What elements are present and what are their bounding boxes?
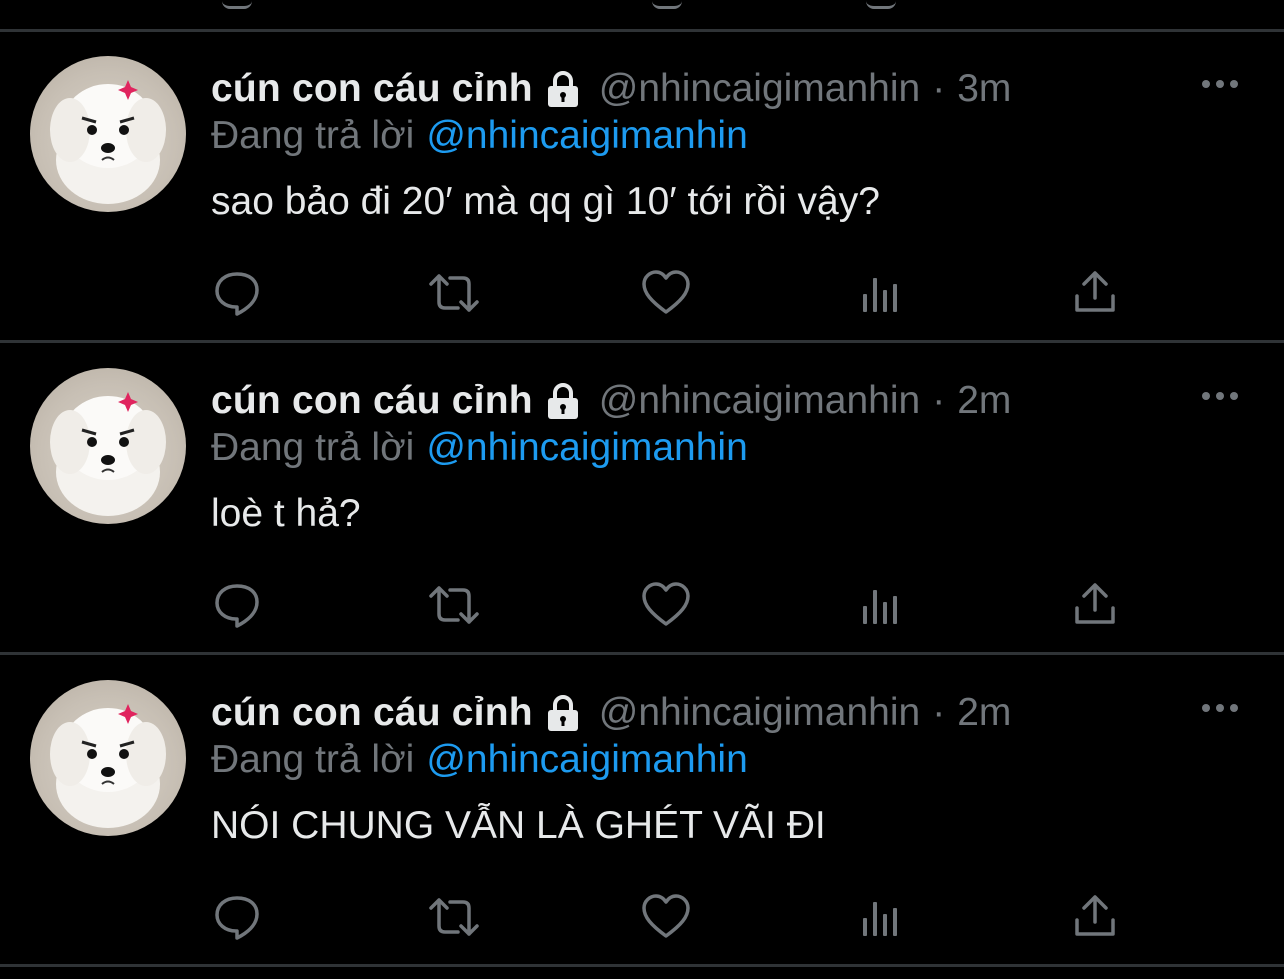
like-button[interactable] (641, 580, 691, 630)
replying-to: Đang trả lời @nhincaigimanhin (211, 426, 748, 470)
views-icon (863, 590, 897, 624)
heart-icon (642, 894, 690, 938)
tweet[interactable]: cún con cáu cỉnh @nhincaigimanhin · 3m Đ… (0, 32, 1284, 341)
tweet-text: NÓI CHUNG VẪN LÀ GHÉT VÃI ĐI (211, 804, 826, 847)
tweet-header: cún con cáu cỉnh @nhincaigimanhin · 3m (211, 64, 1011, 114)
replying-to-label: Đang trả lời (211, 738, 415, 781)
share-button[interactable] (1070, 580, 1120, 630)
heart-icon-partial (652, 0, 682, 9)
divider (0, 652, 1284, 655)
reply-icon (215, 896, 259, 940)
retweet-icon (429, 274, 479, 312)
retweet-icon (429, 586, 479, 624)
tweet-text: sao bảo đi 20′ mà qq gì 10′ tới rồi vậy? (211, 180, 880, 223)
reply-button[interactable] (212, 892, 262, 942)
like-button[interactable] (641, 268, 691, 318)
share-button[interactable] (1070, 268, 1120, 318)
display-name[interactable]: cún con cáu cỉnh (211, 691, 533, 735)
retweet-button[interactable] (426, 268, 479, 318)
lock-icon (543, 693, 583, 733)
separator-dot: · (932, 379, 946, 422)
like-button[interactable] (641, 892, 691, 942)
timestamp[interactable]: 3m (957, 67, 1011, 111)
share-button[interactable] (1070, 892, 1120, 942)
replying-to-label: Đang trả lời (211, 114, 415, 157)
reply-icon (215, 272, 259, 316)
reply-mention-link[interactable]: @nhincaigimanhin (426, 426, 747, 469)
tweet-text: loè t hả? (211, 492, 361, 535)
views-icon (863, 902, 897, 936)
lock-icon (543, 69, 583, 109)
heart-icon (642, 582, 690, 626)
views-button[interactable] (856, 268, 906, 318)
user-handle[interactable]: @nhincaigimanhin (599, 67, 920, 111)
tweet[interactable]: cún con cáu cỉnh @nhincaigimanhin · 2m Đ… (0, 344, 1284, 653)
avatar[interactable] (30, 680, 186, 836)
lock-icon (543, 381, 583, 421)
views-icon (863, 278, 897, 312)
replying-to-label: Đang trả lời (211, 426, 415, 469)
avatar[interactable] (30, 56, 186, 212)
retweet-button[interactable] (426, 580, 479, 630)
views-icon-partial (866, 0, 896, 9)
more-icon[interactable] (1198, 74, 1242, 94)
reply-icon-partial (222, 0, 252, 9)
user-handle[interactable]: @nhincaigimanhin (599, 379, 920, 423)
heart-icon (642, 270, 690, 314)
replying-to: Đang trả lời @nhincaigimanhin (211, 114, 748, 158)
share-icon (1075, 271, 1115, 312)
tweet-header: cún con cáu cỉnh @nhincaigimanhin · 2m (211, 688, 1011, 738)
reply-button[interactable] (212, 580, 262, 630)
separator-dot: · (932, 67, 946, 110)
tweet[interactable]: cún con cáu cỉnh @nhincaigimanhin · 2m Đ… (0, 656, 1284, 965)
reply-mention-link[interactable]: @nhincaigimanhin (426, 738, 747, 781)
timestamp[interactable]: 2m (957, 691, 1011, 735)
avatar[interactable] (30, 368, 186, 524)
separator-dot: · (932, 691, 946, 734)
timestamp[interactable]: 2m (957, 379, 1011, 423)
retweet-icon (429, 898, 479, 936)
replying-to: Đang trả lời @nhincaigimanhin (211, 738, 748, 782)
divider (0, 340, 1284, 343)
retweet-button[interactable] (426, 892, 479, 942)
share-icon (1075, 583, 1115, 624)
display-name[interactable]: cún con cáu cỉnh (211, 67, 533, 111)
views-button[interactable] (856, 892, 906, 942)
more-icon[interactable] (1198, 698, 1242, 718)
more-icon[interactable] (1198, 386, 1242, 406)
divider (0, 964, 1284, 967)
reply-button[interactable] (212, 268, 262, 318)
views-button[interactable] (856, 580, 906, 630)
previous-tweet-action-stub (0, 0, 1284, 30)
reply-icon (215, 584, 259, 628)
share-icon (1075, 895, 1115, 936)
tweet-header: cún con cáu cỉnh @nhincaigimanhin · 2m (211, 376, 1011, 426)
user-handle[interactable]: @nhincaigimanhin (599, 691, 920, 735)
reply-mention-link[interactable]: @nhincaigimanhin (426, 114, 747, 157)
display-name[interactable]: cún con cáu cỉnh (211, 379, 533, 423)
